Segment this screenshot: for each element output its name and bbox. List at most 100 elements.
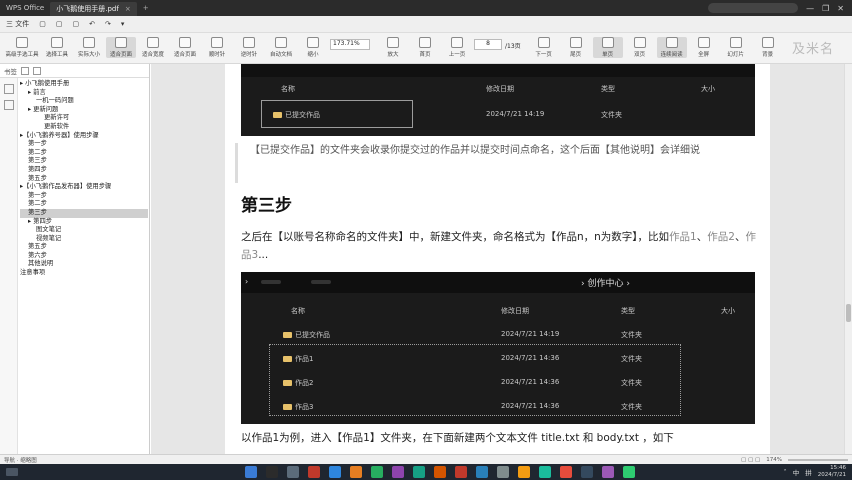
- last-page-button[interactable]: 尾页: [561, 37, 591, 58]
- ime-mode-indicator[interactable]: 拼: [805, 467, 812, 477]
- folder-row-date: 2024/7/21 14:36: [501, 402, 560, 410]
- separator-1: 、: [696, 231, 708, 243]
- print-icon[interactable]: ▢: [56, 20, 63, 28]
- bookmark-icon[interactable]: [4, 84, 14, 94]
- bookmark-item[interactable]: 更新软件: [20, 123, 148, 132]
- bookmark-item[interactable]: 第五步: [20, 175, 148, 184]
- title-search-box[interactable]: [708, 3, 799, 13]
- new-tab-button[interactable]: +: [143, 4, 149, 12]
- bookmark-item[interactable]: 更新许可: [20, 114, 148, 123]
- first-page-button[interactable]: 首页: [410, 37, 440, 58]
- taskbar-app-icon[interactable]: [455, 466, 467, 478]
- scrollbar-thumb[interactable]: [846, 304, 851, 322]
- bookmark-item[interactable]: 第四步: [20, 166, 148, 175]
- status-left[interactable]: 导航 · 缩略图: [4, 456, 37, 464]
- clock[interactable]: 15:46 2024/7/21: [818, 465, 846, 478]
- chevron-up-icon[interactable]: ˄: [784, 468, 787, 476]
- bookmark-item[interactable]: 一机一码问题: [20, 97, 148, 106]
- more-icon[interactable]: ▾: [121, 20, 125, 28]
- bookmark-item[interactable]: 图文笔记: [20, 226, 148, 235]
- taskbar-app-icon[interactable]: [329, 466, 341, 478]
- bookmark-item[interactable]: 视频笔记: [20, 235, 148, 244]
- actual-size-button[interactable]: 实际大小: [74, 37, 104, 58]
- thumbnail-icon[interactable]: [4, 100, 14, 110]
- rotate-cw-button[interactable]: 顺时针: [202, 37, 232, 58]
- next-page-button[interactable]: 下一页: [529, 37, 559, 58]
- bookmark-item[interactable]: ▸【小飞鹅养号器】使用步骤: [20, 132, 148, 141]
- fit-page2-button[interactable]: 适合页面: [170, 37, 200, 58]
- zoom-slider[interactable]: [788, 458, 848, 461]
- zoom-input[interactable]: 173.71%: [330, 39, 370, 50]
- continuous-read-button[interactable]: 连续阅读: [656, 37, 687, 58]
- app-name[interactable]: WPS Office: [0, 4, 50, 12]
- bookmark-item[interactable]: ▸ 更新问题: [20, 106, 148, 115]
- save-icon[interactable]: ▢: [39, 20, 46, 28]
- bookmark-item[interactable]: ▸ 前言: [20, 89, 148, 98]
- file-menu[interactable]: 三 文件: [6, 19, 29, 29]
- taskbar-app-icon[interactable]: [266, 466, 278, 478]
- bookmark-item[interactable]: 第三步: [20, 157, 148, 166]
- auto-doc-button[interactable]: 自动文档: [266, 37, 296, 58]
- taskbar-app-icon[interactable]: [497, 466, 509, 478]
- rotate-ccw-button[interactable]: 逆时针: [234, 37, 264, 58]
- vertical-scrollbar[interactable]: [844, 64, 852, 454]
- background-button[interactable]: 背景: [753, 37, 783, 58]
- taskbar-app-icon[interactable]: [350, 466, 362, 478]
- bookmark-item[interactable]: 注意事项: [20, 269, 148, 278]
- minimize-button[interactable]: —: [806, 4, 814, 13]
- single-page-button[interactable]: 单页: [592, 37, 623, 58]
- taskbar-app-icon[interactable]: [371, 466, 383, 478]
- col-header-type: 类型: [621, 307, 635, 315]
- taskbar-app-icon[interactable]: [518, 466, 530, 478]
- fullscreen-button[interactable]: 全屏: [689, 37, 719, 58]
- taskbar-app-icon[interactable]: [308, 466, 320, 478]
- bookmark-item[interactable]: 第一步: [20, 140, 148, 149]
- select-tool-button[interactable]: 选择工具: [42, 37, 72, 58]
- taskbar-app-icon[interactable]: [434, 466, 446, 478]
- fit-page-button[interactable]: 适合页面: [106, 37, 136, 58]
- bookmark-item[interactable]: 第三步: [20, 208, 148, 218]
- double-page-button[interactable]: 双页: [625, 37, 655, 58]
- close-window-button[interactable]: ✕: [837, 4, 844, 13]
- maximize-button[interactable]: ❐: [822, 4, 829, 13]
- bookmark-item[interactable]: ▸【小飞鹅作品发布器】使用步骤: [20, 183, 148, 192]
- fit-width-button[interactable]: 适合宽度: [138, 37, 168, 58]
- taskbar-app-icon[interactable]: [287, 466, 299, 478]
- folder-icon: [283, 332, 292, 338]
- bookmark-item[interactable]: 第五步: [20, 243, 148, 252]
- taskbar-app-icon[interactable]: [245, 466, 257, 478]
- taskbar-app-icon[interactable]: [539, 466, 551, 478]
- slideshow-button[interactable]: 幻灯片: [721, 37, 751, 58]
- bookmark-item[interactable]: 其他说明: [20, 260, 148, 269]
- hand-tool-button[interactable]: 高级手选工具: [4, 37, 40, 58]
- view-mode-icons[interactable]: ▢ ▢ ▢: [741, 457, 760, 463]
- taskbar-app-icon[interactable]: [581, 466, 593, 478]
- ime-indicator[interactable]: 中: [793, 467, 800, 477]
- bookmark-options-icon[interactable]: [21, 66, 29, 75]
- bookmark-expand-icon[interactable]: [33, 66, 41, 75]
- close-tab-icon[interactable]: ×: [125, 5, 131, 13]
- zoom-out-button[interactable]: 缩小: [298, 37, 328, 58]
- bookmark-item[interactable]: ▸ 小飞鹅使用手册: [20, 80, 148, 89]
- taskbar-app-icon[interactable]: [392, 466, 404, 478]
- page-number-input[interactable]: 8: [474, 39, 502, 50]
- document-viewport[interactable]: 名称 修改日期 类型 大小 已提交作品 2024/7/21 14:19 文件夹 …: [151, 64, 844, 454]
- bookmark-panel-title: 书签: [4, 67, 17, 76]
- redo-icon[interactable]: ↷: [105, 20, 111, 28]
- blurred-path-1: [261, 280, 281, 284]
- taskbar-app-icon[interactable]: [413, 466, 425, 478]
- export-icon[interactable]: ▢: [72, 20, 79, 28]
- folder-row-name: 已提交作品: [273, 110, 320, 120]
- widgets-icon[interactable]: [6, 468, 18, 476]
- document-tab[interactable]: 小飞鹅使用手册.pdf ×: [50, 2, 137, 16]
- bookmark-item[interactable]: ▸ 第四步: [20, 218, 148, 227]
- zoom-in-button[interactable]: 放大: [378, 37, 408, 58]
- bookmark-item[interactable]: 第二步: [20, 200, 148, 209]
- taskbar-app-icon[interactable]: [623, 466, 635, 478]
- prev-page-button[interactable]: 上一页: [442, 37, 472, 58]
- menu-bar: 三 文件 ▢ ▢ ▢ ↶ ↷ ▾: [0, 16, 852, 33]
- taskbar-app-icon[interactable]: [560, 466, 572, 478]
- taskbar-app-icon[interactable]: [602, 466, 614, 478]
- taskbar-app-icon[interactable]: [476, 466, 488, 478]
- undo-icon[interactable]: ↶: [89, 20, 95, 28]
